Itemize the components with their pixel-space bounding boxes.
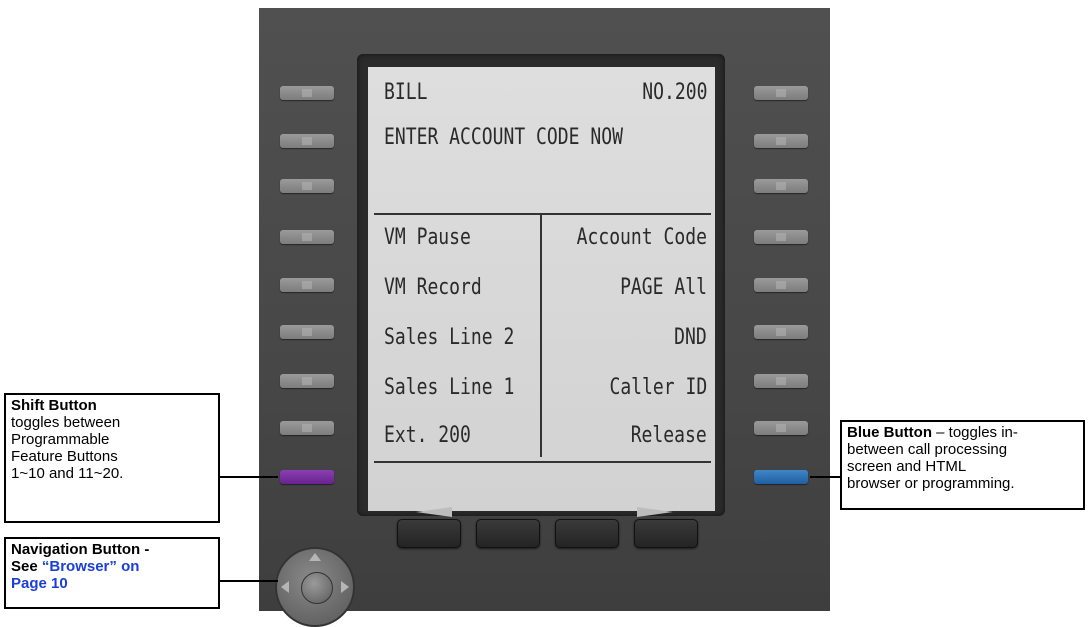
callout-shift-line3: Feature Buttons: [11, 448, 118, 465]
feature-key-right-5[interactable]: [754, 278, 808, 292]
callout-shift-line1: toggles between: [11, 414, 121, 431]
lcd-feature-right-3[interactable]: DND: [674, 325, 707, 350]
blue-button[interactable]: [754, 470, 808, 484]
callout-shift-line2: Programmable: [11, 431, 110, 448]
lcd-divider-vertical: [540, 215, 542, 457]
feature-key-right-8[interactable]: [754, 421, 808, 435]
feature-key-right-3[interactable]: [754, 179, 808, 193]
callout-blue-dash: – toggles in-: [931, 424, 1018, 441]
callout-navigation-button: Navigation Button - See “Browser” on Pag…: [4, 537, 220, 609]
soft-key-4[interactable]: [634, 519, 698, 548]
lcd-feature-right-1[interactable]: Account Code: [577, 225, 707, 250]
callout-blue-line4: browser or programming.: [847, 475, 1015, 492]
feature-key-right-4[interactable]: [754, 230, 808, 244]
leader-shift: [220, 476, 278, 478]
callout-blue-line3: screen and HTML: [847, 458, 967, 475]
soft-key-3[interactable]: [555, 519, 619, 548]
arrow-right-icon: [637, 507, 673, 517]
lcd-feature-left-1[interactable]: VM Pause: [384, 225, 471, 250]
nav-select-button[interactable]: [301, 572, 333, 604]
leader-blue: [810, 476, 840, 478]
feature-key-right-6[interactable]: [754, 325, 808, 339]
callout-blue-title: Blue Button: [847, 424, 932, 441]
callout-shift-line4: 1~10 and 11~20.: [11, 465, 124, 482]
callout-nav-title: Navigation Button -: [11, 541, 150, 558]
feature-key-left-6[interactable]: [280, 325, 334, 339]
browser-page-number-link[interactable]: Page 10: [11, 575, 68, 592]
lcd-feature-left-5[interactable]: Ext. 200: [384, 423, 471, 448]
callout-blue-button: Blue Button – toggles in- between call p…: [840, 420, 1085, 510]
lcd-name: BILL: [384, 80, 428, 105]
feature-key-right-7[interactable]: [754, 374, 808, 388]
lcd-divider-top: [374, 213, 711, 215]
lcd-divider-bottom: [374, 461, 711, 463]
lcd-feature-left-2[interactable]: VM Record: [384, 275, 482, 300]
lcd-feature-right-2[interactable]: PAGE All: [620, 275, 707, 300]
feature-key-left-2[interactable]: [280, 134, 334, 148]
callout-shift-title: Shift Button: [11, 397, 97, 414]
feature-key-right-1[interactable]: [754, 86, 808, 100]
callout-nav-see: See: [11, 558, 38, 575]
soft-key-1[interactable]: [397, 519, 461, 548]
feature-key-left-8[interactable]: [280, 421, 334, 435]
feature-key-left-4[interactable]: [280, 230, 334, 244]
lcd-feature-right-5[interactable]: Release: [631, 423, 707, 448]
shift-button[interactable]: [280, 470, 334, 484]
feature-key-left-7[interactable]: [280, 374, 334, 388]
lcd-feature-left-4[interactable]: Sales Line 1: [384, 375, 514, 400]
feature-key-left-5[interactable]: [280, 278, 334, 292]
callout-shift-button: Shift Button toggles between Programmabl…: [4, 393, 220, 523]
arrow-left-icon: [416, 507, 452, 517]
leader-navigation: [220, 580, 278, 582]
feature-key-left-3[interactable]: [280, 179, 334, 193]
lcd-prompt: ENTER ACCOUNT CODE NOW: [384, 125, 623, 150]
lcd-feature-left-3[interactable]: Sales Line 2: [384, 325, 514, 350]
feature-key-left-1[interactable]: [280, 86, 334, 100]
lcd-feature-right-4[interactable]: Caller ID: [609, 375, 707, 400]
browser-page-link[interactable]: “Browser” on: [42, 558, 140, 575]
soft-key-2[interactable]: [476, 519, 540, 548]
callout-blue-line2: between call processing: [847, 441, 1008, 458]
feature-key-right-2[interactable]: [754, 134, 808, 148]
lcd-number: NO.200: [641, 80, 707, 105]
